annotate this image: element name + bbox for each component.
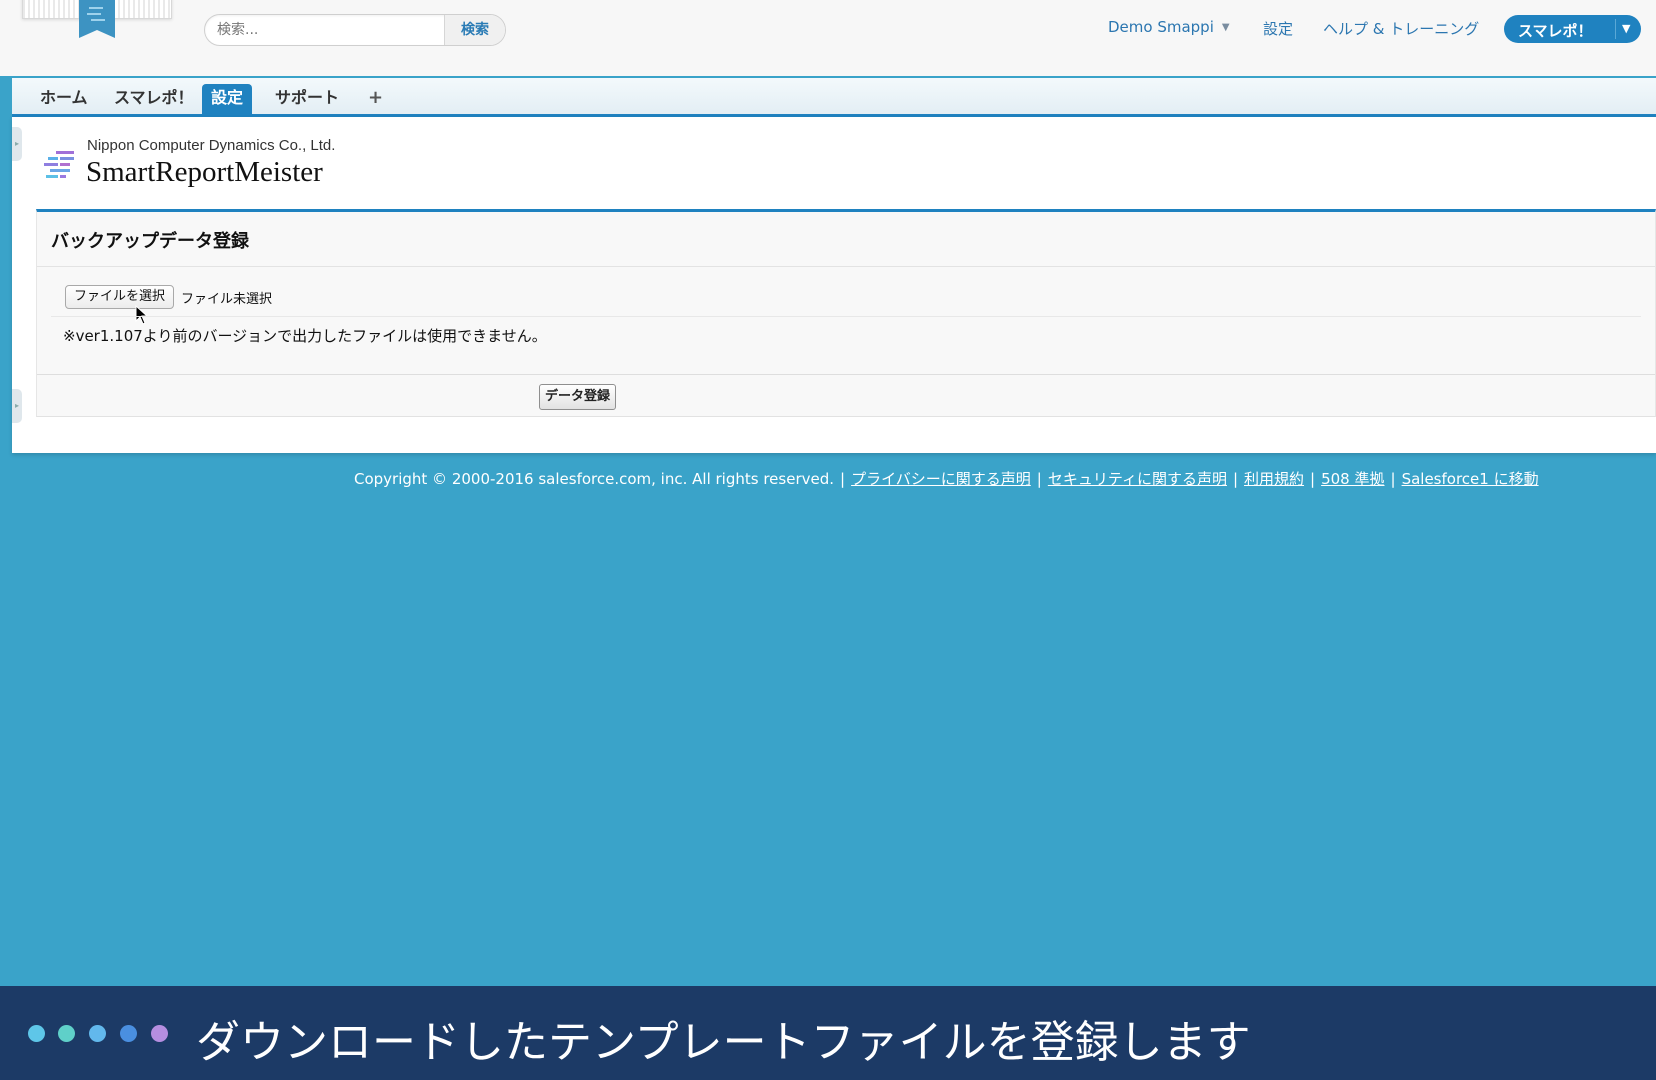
user-menu[interactable]: Demo Smappi ▼ xyxy=(1108,18,1230,36)
chevron-down-icon: ▼ xyxy=(1221,22,1230,33)
app-switcher-divider xyxy=(1615,19,1616,39)
company-name: Nippon Computer Dynamics Co., Ltd. xyxy=(87,137,336,154)
sidebar-expand-handle[interactable]: ▸ xyxy=(12,389,22,423)
caption-dot xyxy=(58,1025,75,1042)
tab-bar: ホーム スマレポ！ 設定 サポート + xyxy=(12,78,1656,117)
tutorial-caption-bar: ダウンロードしたテンプレートファイルを登録します xyxy=(0,986,1656,1080)
version-note: ※ver1.107より前のバージョンで出力したファイルは使用できません。 xyxy=(63,327,547,345)
page-title: バックアップデータ登録 xyxy=(51,231,249,252)
tab-settings[interactable]: 設定 xyxy=(202,84,252,114)
security-link[interactable]: セキュリティに関する声明 xyxy=(1048,470,1227,488)
main-content: ▸ ▸ Nippon Computer Dynamics Co., Ltd. S… xyxy=(12,117,1656,453)
bookmark-ribbon-icon xyxy=(79,0,115,38)
sidebar-expand-handle[interactable]: ▸ xyxy=(12,127,22,161)
backup-upload-panel: バックアップデータ登録 ファイルを選択 ファイル未選択 ※ver1.107より前… xyxy=(36,209,1656,417)
tab-home[interactable]: ホーム xyxy=(32,84,96,114)
smartreport-logo-icon xyxy=(44,151,74,178)
section-508-link[interactable]: 508 準拠 xyxy=(1321,470,1384,488)
app-switcher-label: スマレポ！ xyxy=(1518,22,1593,40)
tab-add-icon[interactable]: + xyxy=(360,84,391,114)
privacy-link[interactable]: プライバシーに関する声明 xyxy=(851,470,1031,488)
choose-file-button[interactable]: ファイルを選択 xyxy=(65,285,175,309)
tab-support[interactable]: サポート xyxy=(267,84,347,114)
divider xyxy=(51,316,1641,317)
tab-smarepo[interactable]: スマレポ！ xyxy=(106,84,202,114)
help-training-link[interactable]: ヘルプ & トレーニング xyxy=(1323,18,1479,39)
caption-dot xyxy=(151,1025,168,1042)
salesforce1-link[interactable]: Salesforce1 に移動 xyxy=(1402,470,1539,488)
caption-dot xyxy=(28,1025,45,1042)
divider xyxy=(37,374,1655,375)
chevron-down-icon: ▼ xyxy=(1622,22,1631,35)
global-search: 検索 xyxy=(204,14,506,46)
caption-dot xyxy=(120,1025,137,1042)
setup-link[interactable]: 設定 xyxy=(1263,18,1293,39)
file-status-text: ファイル未選択 xyxy=(181,292,273,307)
user-name: Demo Smappi xyxy=(1108,18,1214,36)
caption-text: ダウンロードしたテンプレートファイルを登録します xyxy=(196,1017,1251,1068)
page-footer: Copyright © 2000-2016 salesforce.com, in… xyxy=(354,470,1539,488)
app-switcher-button[interactable]: スマレポ！ ▼ xyxy=(1504,15,1641,43)
header-bar: 検索 Demo Smappi ▼ 設定 ヘルプ & トレーニング スマレポ！ ▼ xyxy=(0,0,1656,76)
search-input[interactable] xyxy=(205,15,437,45)
product-name: SmartReportMeister xyxy=(86,156,323,188)
caption-dot xyxy=(89,1025,106,1042)
register-data-button[interactable]: データ登録 xyxy=(539,384,617,410)
search-button[interactable]: 検索 xyxy=(444,15,505,45)
mouse-cursor-icon xyxy=(135,305,149,325)
terms-link[interactable]: 利用規約 xyxy=(1244,470,1304,488)
divider xyxy=(37,266,1655,267)
copyright-text: Copyright © 2000-2016 salesforce.com, in… xyxy=(354,470,835,488)
